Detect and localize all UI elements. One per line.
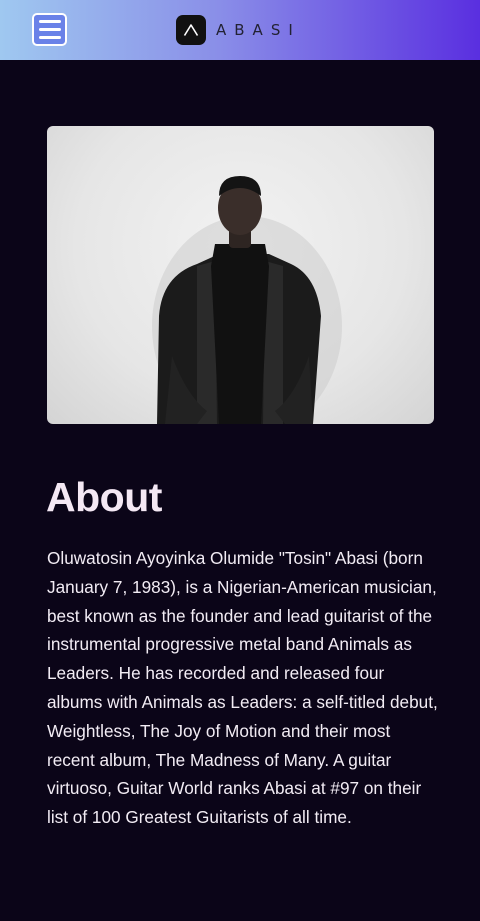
hamburger-menu-icon [38, 20, 61, 23]
about-bio-text: Oluwatosin Ayoyinka Olumide "Tosin" Abas… [47, 548, 438, 828]
abasi-logo-icon [176, 15, 206, 45]
hamburger-menu-icon-line [38, 36, 61, 39]
top-nav-bar: ABASI [0, 0, 480, 60]
about-heading: About [46, 474, 162, 520]
portrait-photo [47, 126, 434, 424]
brand-logo-link[interactable]: ABASI [176, 15, 301, 45]
hamburger-menu-icon-line [38, 28, 61, 31]
menu-button[interactable] [32, 13, 67, 46]
brand-name: ABASI [216, 21, 301, 39]
